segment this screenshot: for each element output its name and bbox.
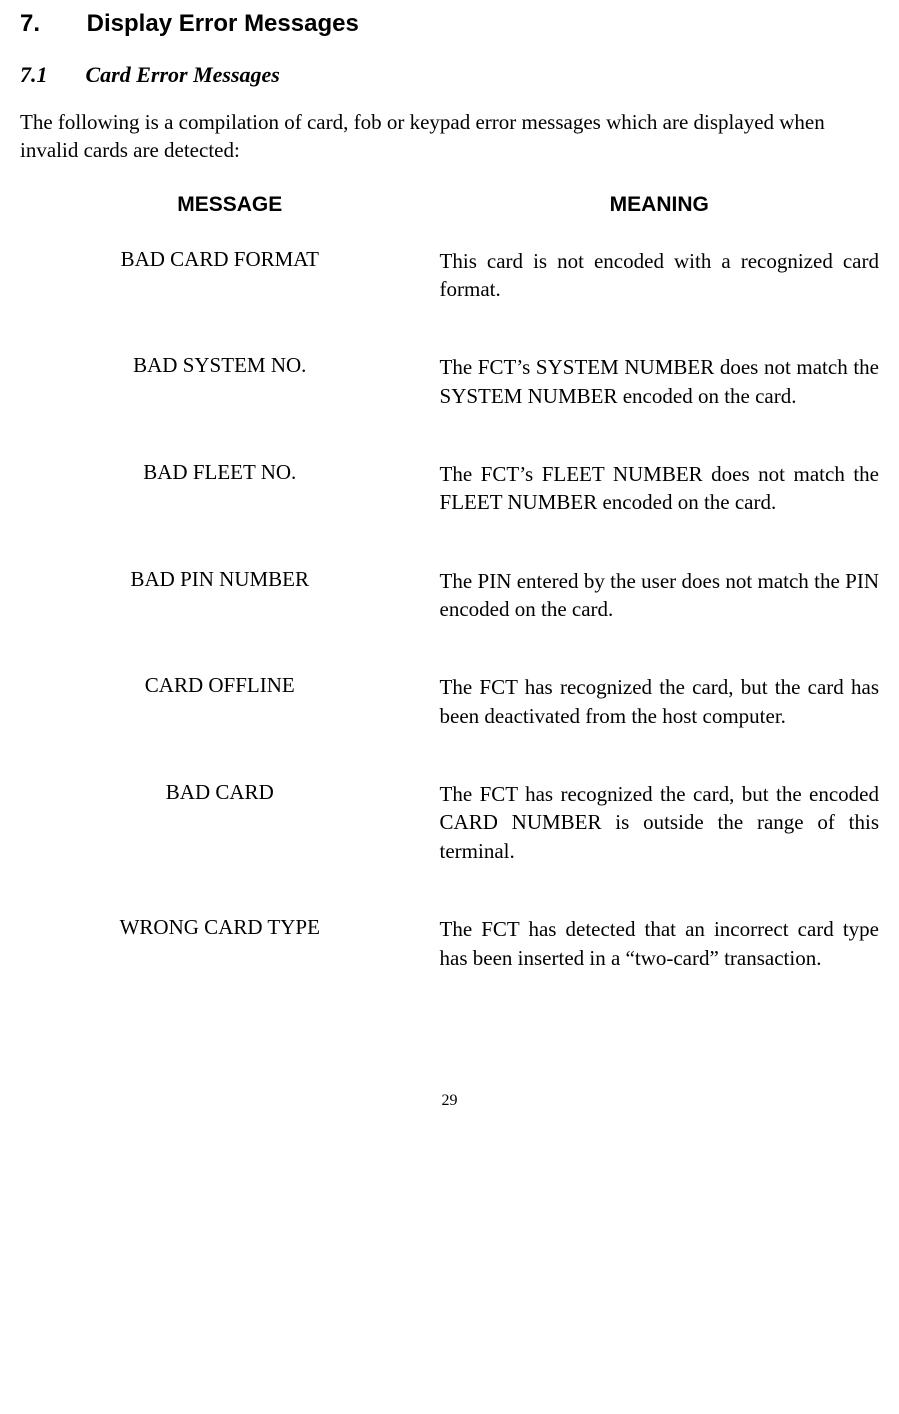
message-cell: BAD CARD	[20, 780, 440, 865]
meaning-cell: The PIN entered by the user does not mat…	[440, 567, 879, 624]
header-meaning: MEANING	[440, 193, 879, 217]
table-row: BAD PIN NUMBER The PIN entered by the us…	[20, 567, 879, 624]
message-cell: CARD OFFLINE	[20, 673, 440, 730]
error-table: MESSAGE MEANING BAD CARD FORMAT This car…	[20, 193, 879, 972]
meaning-cell: The FCT’s FLEET NUMBER does not match th…	[440, 460, 879, 517]
header-message: MESSAGE	[20, 193, 440, 217]
meaning-cell: The FCT’s SYSTEM NUMBER does not match t…	[440, 353, 879, 410]
subsection-heading: 7.1 Card Error Messages	[20, 62, 879, 88]
table-row: BAD FLEET NO. The FCT’s FLEET NUMBER doe…	[20, 460, 879, 517]
message-cell: BAD FLEET NO.	[20, 460, 440, 517]
meaning-cell: The FCT has detected that an incorrect c…	[440, 915, 879, 972]
section-number: 7.	[20, 10, 80, 38]
message-cell: WRONG CARD TYPE	[20, 915, 440, 972]
table-row: WRONG CARD TYPE The FCT has detected tha…	[20, 915, 879, 972]
meaning-cell: The FCT has recognized the card, but the…	[440, 780, 879, 865]
table-row: BAD CARD FORMAT This card is not encoded…	[20, 247, 879, 304]
subsection-title: Card Error Messages	[86, 62, 280, 87]
subsection-number: 7.1	[20, 62, 80, 88]
section-title: Display Error Messages	[87, 10, 359, 37]
page-number: 29	[20, 1092, 879, 1110]
message-cell: BAD CARD FORMAT	[20, 247, 440, 304]
message-cell: BAD SYSTEM NO.	[20, 353, 440, 410]
table-row: CARD OFFLINE The FCT has recognized the …	[20, 673, 879, 730]
intro-text: The following is a compilation of card, …	[20, 108, 879, 165]
meaning-cell: The FCT has recognized the card, but the…	[440, 673, 879, 730]
meaning-cell: This card is not encoded with a recogniz…	[440, 247, 879, 304]
table-header: MESSAGE MEANING	[20, 193, 879, 217]
table-row: BAD CARD The FCT has recognized the card…	[20, 780, 879, 865]
table-row: BAD SYSTEM NO. The FCT’s SYSTEM NUMBER d…	[20, 353, 879, 410]
message-cell: BAD PIN NUMBER	[20, 567, 440, 624]
section-heading: 7. Display Error Messages	[20, 10, 879, 38]
